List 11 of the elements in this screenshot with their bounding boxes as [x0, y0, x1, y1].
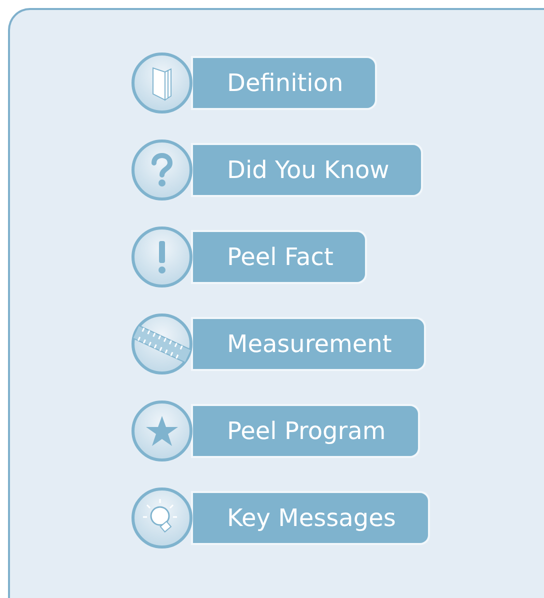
- menu-button[interactable]: Peel Fact: [193, 232, 366, 282]
- question-icon[interactable]: [131, 139, 193, 201]
- menu-button[interactable]: Definition: [193, 58, 376, 108]
- ruler-icon[interactable]: [131, 313, 193, 375]
- lightbulb-icon[interactable]: [131, 487, 193, 549]
- book-icon[interactable]: [131, 52, 193, 114]
- exclamation-icon[interactable]: [131, 226, 193, 288]
- menu-button[interactable]: Key Messages: [193, 493, 428, 543]
- menu-button[interactable]: Did You Know: [193, 145, 422, 195]
- menu-button[interactable]: Measurement: [193, 319, 424, 369]
- menu-button[interactable]: Peel Program: [193, 406, 418, 456]
